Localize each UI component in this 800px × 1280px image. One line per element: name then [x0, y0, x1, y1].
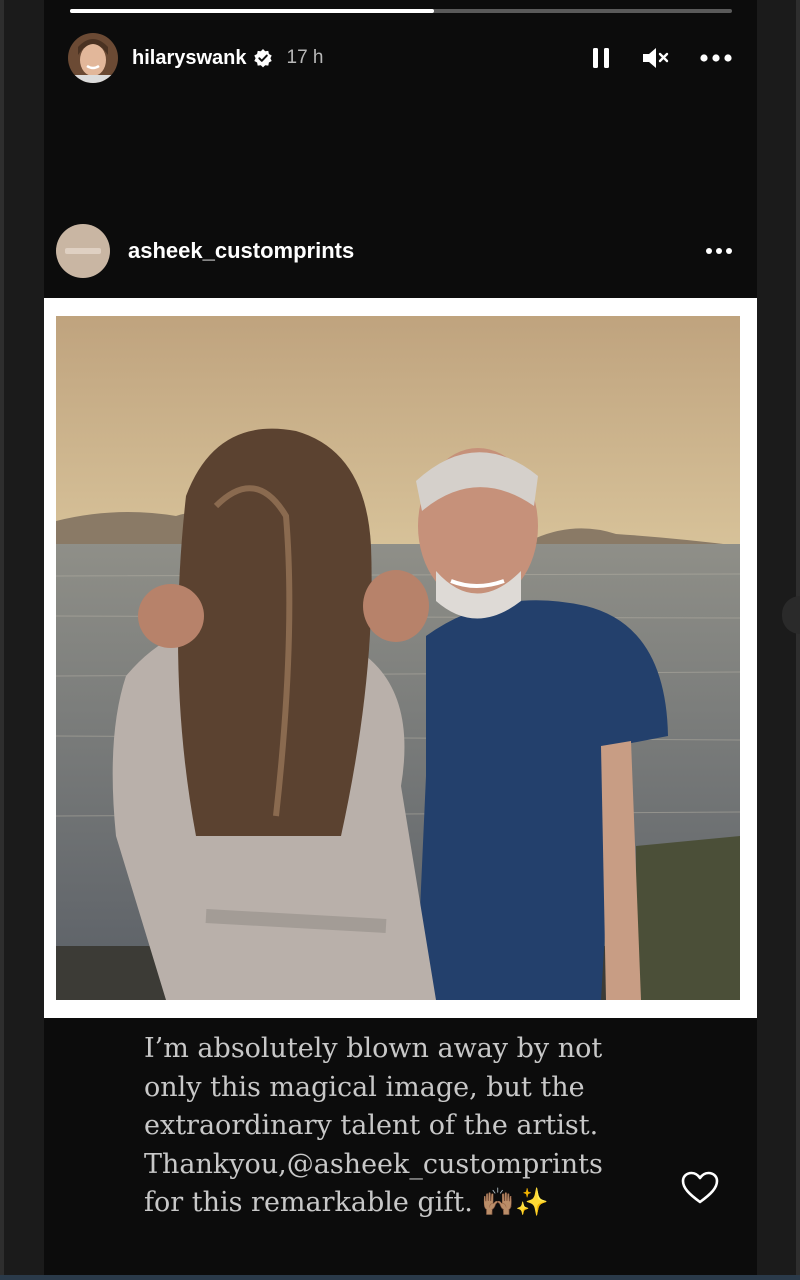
- post-artwork-image[interactable]: [56, 316, 740, 1000]
- caption-line: only this magical image, but the: [144, 1071, 585, 1103]
- post-image-frame: [44, 298, 757, 1018]
- story-caption: I’m absolutely blown away by not only th…: [144, 1030, 664, 1223]
- pause-icon[interactable]: [591, 46, 611, 70]
- post-avatar-logo: [65, 248, 101, 254]
- story-username[interactable]: hilaryswank: [132, 47, 247, 70]
- post-username[interactable]: asheek_customprints: [128, 238, 354, 264]
- story-progress-bar: [70, 9, 732, 13]
- post-author-avatar[interactable]: [56, 224, 110, 278]
- caption-line: extraordinary talent of the artist.: [144, 1110, 599, 1141]
- story-header: hilaryswank 17 h: [68, 32, 733, 84]
- more-options-icon[interactable]: [699, 53, 733, 63]
- caption-line: for this remarkable gift. 🙌🏽✨: [144, 1187, 549, 1218]
- profile-avatar[interactable]: [68, 33, 118, 83]
- bottom-edge: [0, 1275, 800, 1280]
- next-story-arrow[interactable]: [782, 596, 800, 634]
- story-viewer: hilaryswank 17 h asheek_customprints I’m…: [44, 0, 757, 1275]
- caption-line: I’m absolutely blown away by not: [144, 1033, 603, 1064]
- story-controls: [591, 46, 733, 70]
- right-edge: [796, 0, 800, 1280]
- heart-icon[interactable]: [680, 1168, 720, 1208]
- story-progress-fill: [70, 9, 435, 13]
- post-more-options-icon[interactable]: [705, 242, 733, 260]
- caption-line: Thankyou,@asheek_customprints: [144, 1148, 603, 1180]
- muted-speaker-icon[interactable]: [641, 46, 669, 70]
- verified-badge-icon: [253, 48, 273, 68]
- story-timestamp: 17 h: [286, 47, 324, 68]
- left-edge: [0, 0, 4, 1280]
- shared-post-header: asheek_customprints: [44, 224, 757, 278]
